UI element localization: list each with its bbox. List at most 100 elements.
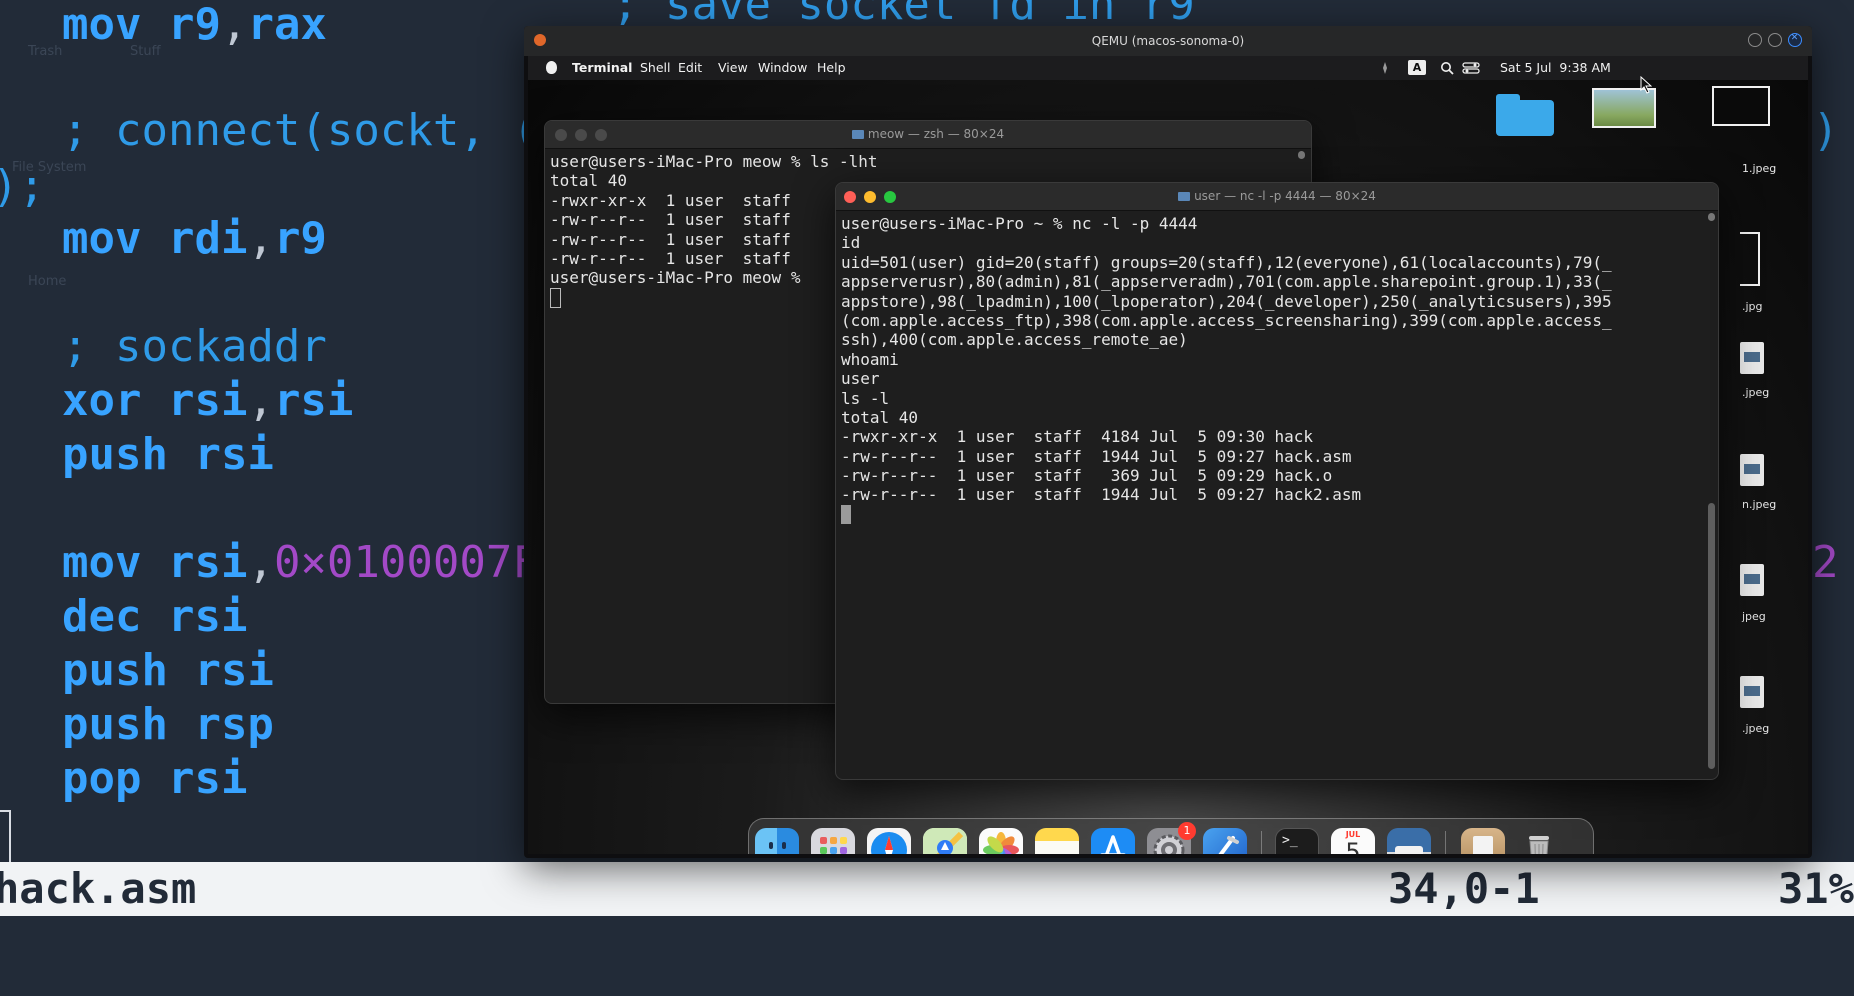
code-line: mov rsi,0×0100007F xyxy=(62,537,539,588)
finder-icon[interactable] xyxy=(755,828,799,854)
desktop-file-label[interactable]: n.jpeg xyxy=(1742,498,1776,511)
code-line: xor rsi,rsi xyxy=(62,375,354,426)
macos-dock: 1 >_ JUL 5 xyxy=(748,818,1594,854)
status-filename: hack.asm xyxy=(0,864,197,913)
image-thumbnail-icon[interactable] xyxy=(1592,88,1656,128)
menu-terminal[interactable]: Terminal xyxy=(572,56,632,80)
mouse-pointer-icon xyxy=(1640,76,1652,94)
code-fragment: 2 xyxy=(1812,537,1839,588)
terminal-output[interactable]: user@users-iMac-Pro ~ % nc -l -p 4444 id… xyxy=(841,214,1612,524)
safari-icon[interactable] xyxy=(867,828,911,854)
terminal-line: whoami xyxy=(841,349,899,369)
desktop-file-label[interactable]: 1.jpeg xyxy=(1742,162,1776,175)
qemu-minimize-button[interactable] xyxy=(1748,33,1762,47)
menu-edit[interactable]: Edit xyxy=(678,56,702,80)
jpeg-file-icon[interactable] xyxy=(1740,676,1764,708)
terminal-line: -rw-r--r-- 1 user staff 1944 Jul 5 09:27… xyxy=(841,485,1362,505)
scrollbar[interactable] xyxy=(1298,151,1305,159)
image-thumbnail-icon[interactable] xyxy=(1712,86,1770,126)
menu-view[interactable]: View xyxy=(718,56,748,80)
terminal-app-icon[interactable]: >_ xyxy=(1275,828,1319,854)
code-line: mov rdi,r9 xyxy=(62,213,327,264)
code-line: push rsp xyxy=(62,699,274,750)
jpeg-file-icon[interactable] xyxy=(1740,342,1764,374)
terminal-cursor xyxy=(841,504,851,524)
photos-icon[interactable] xyxy=(979,828,1023,854)
system-settings-icon[interactable]: 1 xyxy=(1147,822,1196,854)
terminal-line: -rw-r--r-- 1 user staff xyxy=(550,210,791,230)
qemu-maximize-button[interactable] xyxy=(1768,33,1782,47)
terminal-line: -rw-r--r-- 1 user staff xyxy=(550,229,791,249)
terminal-line: -rwxr-xr-x 1 user staff xyxy=(550,190,791,210)
qemu-title: QEMU (macos-sonoma-0) xyxy=(1091,34,1245,48)
terminal-titlebar[interactable]: user — nc -l -p 4444 — 80×24 xyxy=(836,183,1718,211)
terminal-line: appstore),98(_lpadmin),100(_lpoperator),… xyxy=(841,291,1612,311)
menu-window[interactable]: Window xyxy=(758,56,807,80)
trash-icon[interactable] xyxy=(1517,828,1561,854)
menubar-clock[interactable]: Sat 5 Jul 9:38 AM xyxy=(1500,56,1611,80)
code-line: push rsi xyxy=(62,645,274,696)
app-store-icon[interactable] xyxy=(1091,828,1135,854)
control-center-icon[interactable] xyxy=(1462,61,1480,75)
launchpad-icon[interactable] xyxy=(811,828,855,854)
scrollbar-thumb[interactable] xyxy=(1708,503,1715,769)
vim-bottom-area xyxy=(0,916,1854,996)
terminal-line: total 40 xyxy=(550,171,628,191)
image-thumbnail-icon[interactable] xyxy=(1740,232,1760,286)
terminal-line: uid=501(user) gid=20(staff) groups=20(st… xyxy=(841,252,1612,272)
macos-desktop[interactable]: Terminal Shell Edit View Window Help A S… xyxy=(528,56,1808,854)
terminal-line: id xyxy=(841,233,861,253)
menu-help[interactable]: Help xyxy=(817,56,846,80)
ghost-label: Home xyxy=(28,274,67,289)
terminal-title: meow — zsh — 80×24 xyxy=(545,121,1311,148)
notification-badge: 1 xyxy=(1178,822,1196,840)
jpeg-file-icon[interactable] xyxy=(1740,564,1764,596)
jpeg-file-icon[interactable] xyxy=(1740,454,1764,486)
desktop-file-label[interactable]: .jpeg xyxy=(1742,722,1769,735)
qemu-close-button[interactable] xyxy=(1788,33,1802,47)
desktop-file-label[interactable]: jpeg xyxy=(1742,610,1766,623)
terminal-cursor xyxy=(550,287,561,308)
terminal-output[interactable]: user@users-iMac-Pro meow % ls -lht total… xyxy=(550,152,878,308)
xcode-icon[interactable] xyxy=(1203,828,1247,854)
terminal-window-nc[interactable]: user — nc -l -p 4444 — 80×24 user@users-… xyxy=(835,182,1719,780)
folder-icon xyxy=(851,130,864,139)
desktop-file-label[interactable]: .jpeg xyxy=(1742,386,1769,399)
qemu-titlebar[interactable]: QEMU (macos-sonoma-0) xyxy=(524,26,1812,56)
terminal-line: -rw-r--r-- 1 user staff xyxy=(550,248,791,268)
terminal-line: (com.apple.access_ftp),398(com.apple.acc… xyxy=(841,310,1612,330)
search-icon[interactable] xyxy=(1440,61,1454,75)
code-comment: ; connect(sockt, ( xyxy=(62,105,539,156)
qemu-window[interactable]: QEMU (macos-sonoma-0) Terminal Shell Edi… xyxy=(524,26,1812,858)
folder-icon[interactable] xyxy=(1496,94,1556,136)
desktop-file-label[interactable]: .jpg xyxy=(1742,300,1763,313)
calendar-day: 5 xyxy=(1345,838,1361,854)
code-line: mov r9,rax xyxy=(62,0,327,50)
scrollbar-arrow[interactable] xyxy=(1708,213,1715,221)
downloads-stack-icon[interactable] xyxy=(1461,828,1505,854)
terminal-line: user@users-iMac-Pro meow % xyxy=(550,268,801,288)
terminal-line: user xyxy=(841,369,880,389)
preview-icon[interactable] xyxy=(1387,828,1431,854)
vim-cursor xyxy=(0,810,11,864)
macos-menubar: Terminal Shell Edit View Window Help A S… xyxy=(528,56,1808,80)
vim-status-bar: hack.asm 34,0-1 31% xyxy=(0,862,1854,916)
calendar-icon[interactable]: JUL 5 xyxy=(1331,828,1375,854)
status-position: 34,0-1 xyxy=(1388,864,1540,913)
terminal-line: -rwxr-xr-x 1 user staff 4184 Jul 5 09:30… xyxy=(841,427,1314,447)
apple-icon[interactable] xyxy=(546,61,557,74)
code-line: ); xyxy=(0,161,45,212)
code-line: push rsi xyxy=(62,429,274,480)
terminal-line: ls -l xyxy=(841,388,890,408)
code-line: pop rsi xyxy=(62,753,248,804)
input-source-badge[interactable]: A xyxy=(1408,60,1426,75)
ghost-label: Trash xyxy=(28,44,63,59)
vpn-icon[interactable] xyxy=(1378,61,1392,75)
dock-separator xyxy=(1261,831,1262,854)
notes-icon[interactable] xyxy=(1035,828,1079,854)
menu-shell[interactable]: Shell xyxy=(640,56,671,80)
maps-icon[interactable] xyxy=(923,828,967,854)
dock-separator xyxy=(1445,831,1446,854)
terminal-titlebar[interactable]: meow — zsh — 80×24 xyxy=(545,121,1311,149)
terminal-line: ssh),400(com.apple.access_remote_ae) xyxy=(841,330,1188,350)
